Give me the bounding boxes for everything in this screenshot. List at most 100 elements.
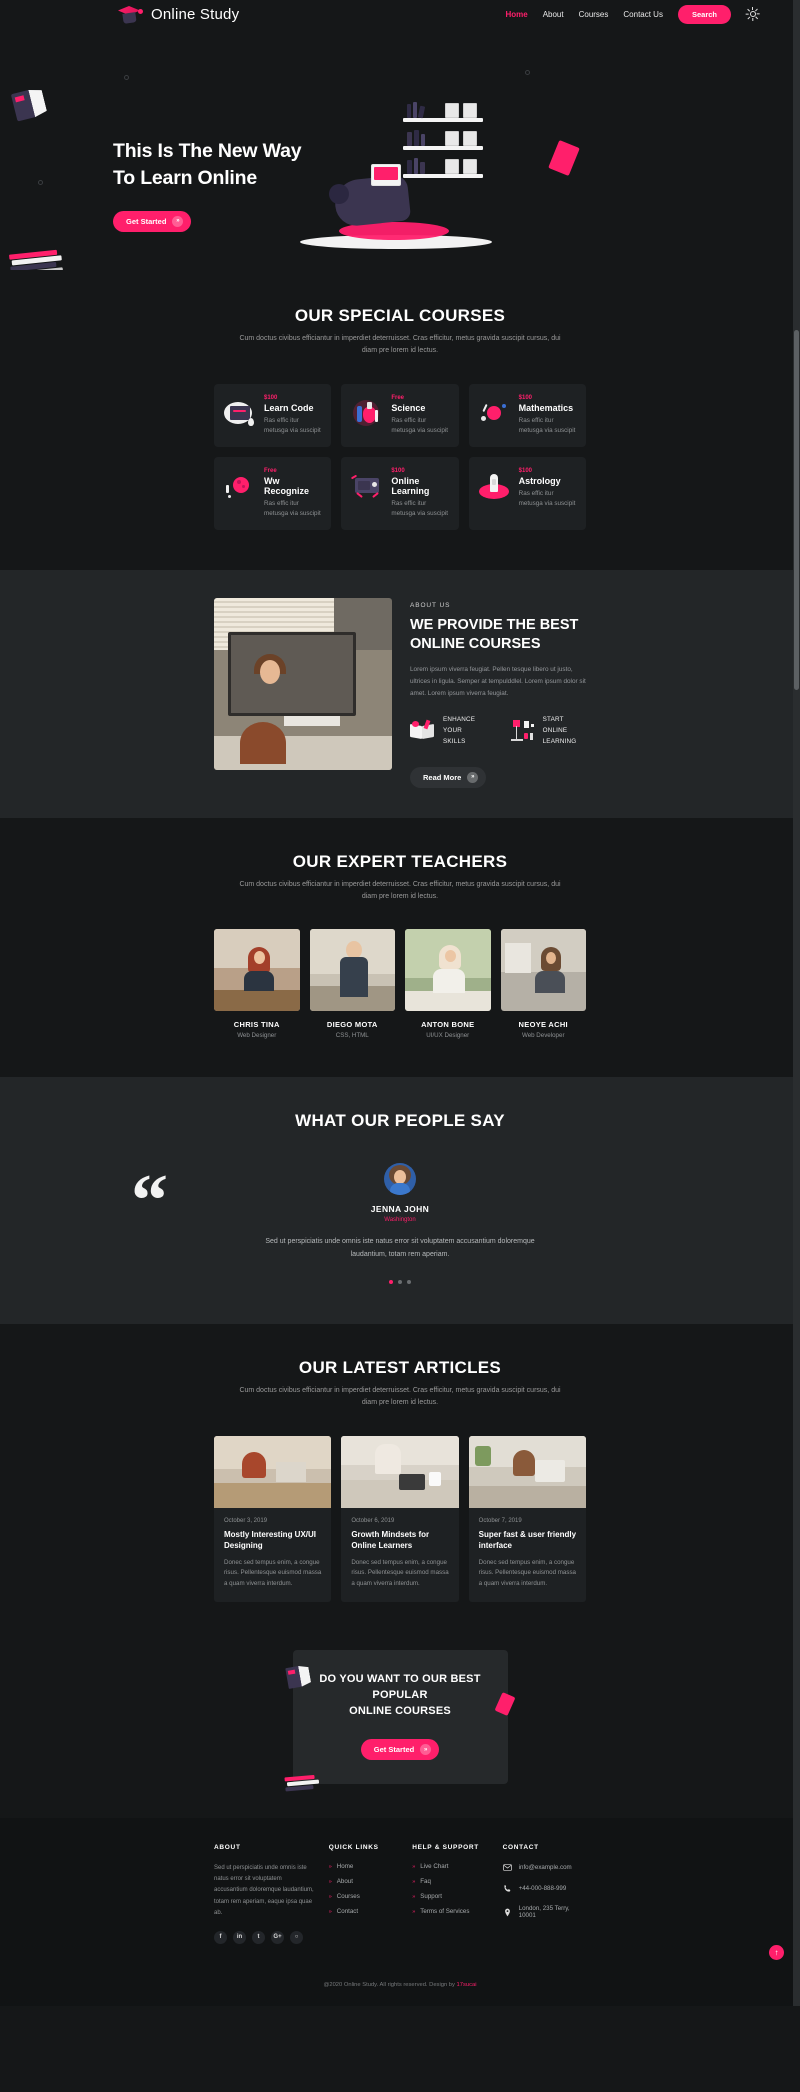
nav-item-home[interactable]: Home xyxy=(505,10,527,19)
teacher-photo xyxy=(309,929,395,1012)
teacher-card[interactable]: CHRIS TINA Web Designer xyxy=(214,929,300,1039)
quotation-mark-icon: “ xyxy=(131,1160,168,1243)
hero-title-line1: This Is The New Way xyxy=(113,140,302,162)
phone-icon xyxy=(504,1885,510,1892)
site-header: Online Study Home About Courses Contact … xyxy=(0,0,800,28)
mail-icon xyxy=(502,1864,512,1871)
footer-link-about[interactable]: » About xyxy=(329,1878,398,1885)
hero-title-line2: To Learn Online xyxy=(113,166,257,189)
page-scrollbar[interactable] xyxy=(793,0,800,2006)
course-card[interactable]: Free Ww Recognize Ras effic itur metusga… xyxy=(214,456,332,530)
about-body: ABOUT US WE PROVIDE THE BEST ONLINE COUR… xyxy=(410,598,586,788)
contact-phone[interactable]: +44-000-888-999 xyxy=(503,1884,586,1893)
about-title-line1: WE PROVIDE THE BEST xyxy=(410,616,579,633)
course-name: Online Learning xyxy=(391,475,430,496)
rocket-icon xyxy=(478,471,511,503)
cta-button-label: Get Started xyxy=(373,1745,415,1755)
articles-subtitle: Cum doctus civibus efficiantur in imperd… xyxy=(239,1387,561,1407)
article-text: Donec sed tempus enim, a congue risus. P… xyxy=(478,1558,576,1587)
chevron-right-icon: » xyxy=(328,1893,332,1900)
feature-item: START ONLINE LEARNING xyxy=(510,715,586,747)
footer-link-label: Courses xyxy=(336,1893,360,1901)
laptop-code-icon xyxy=(224,398,256,430)
teacher-name: DIEGO MOTA xyxy=(326,1020,378,1030)
course-card[interactable]: $100 Mathematics Ras effic itur metusga … xyxy=(468,383,586,447)
teacher-card[interactable]: NEOYE ACHI Web Developer xyxy=(500,929,586,1039)
flask-icon xyxy=(351,398,383,430)
footer-link-live-chart[interactable]: » Live Chart xyxy=(412,1863,488,1870)
twitter-icon[interactable]: t xyxy=(252,1930,265,1944)
back-to-top-button[interactable]: ↑ xyxy=(769,1944,784,1960)
course-price: $100 xyxy=(518,467,533,474)
course-card[interactable]: Free Science Ras effic itur metusga via … xyxy=(341,383,459,447)
chevron-right-icon: » xyxy=(412,1893,416,1900)
teacher-card[interactable]: ANTON BONE UI/UX Designer xyxy=(405,929,491,1039)
contact-phone-text: +44-000-888-999 xyxy=(518,1885,567,1893)
main-nav: Home About Courses Contact Us Search xyxy=(505,4,760,24)
logo[interactable]: Online Study xyxy=(118,4,239,24)
course-desc: Ras effic itur metusga via suscipit xyxy=(391,499,449,517)
search-button[interactable]: Search xyxy=(677,4,731,24)
teacher-name: ANTON BONE xyxy=(421,1020,475,1030)
get-started-button[interactable]: Get Started » xyxy=(113,210,192,232)
teacher-board-icon xyxy=(510,720,536,742)
carousel-dot[interactable] xyxy=(407,1280,411,1285)
github-icon[interactable]: ○ xyxy=(290,1930,303,1944)
article-card[interactable]: October 7, 2019 Super fast & user friend… xyxy=(468,1435,586,1603)
carousel-dots xyxy=(0,1280,800,1285)
hero-illustration xyxy=(295,98,495,258)
article-photo xyxy=(214,1435,332,1508)
carousel-dot[interactable] xyxy=(389,1280,393,1285)
carousel-dot[interactable] xyxy=(398,1280,402,1285)
cta-get-started-button[interactable]: Get Started » xyxy=(360,1739,440,1761)
facebook-icon[interactable]: f xyxy=(214,1930,227,1944)
footer-link-support[interactable]: » Support xyxy=(412,1893,488,1900)
footer-link-contact[interactable]: » Contact xyxy=(329,1908,398,1915)
testimonial-name: JENNA JOHN xyxy=(370,1204,430,1215)
footer-link-label: Faq xyxy=(420,1878,431,1886)
chevron-right-icon: » xyxy=(412,1863,416,1870)
course-card[interactable]: $100 Learn Code Ras effic itur metusga v… xyxy=(214,383,332,447)
google-plus-icon[interactable]: G+ xyxy=(271,1930,284,1944)
footer-link-terms[interactable]: » Terms of Services xyxy=(412,1908,488,1915)
course-card[interactable]: $100 Astrology Ras effic itur metusga vi… xyxy=(468,456,586,530)
course-desc: Ras effic itur metusga via suscipit xyxy=(518,416,576,434)
article-date: October 3, 2019 xyxy=(224,1517,268,1524)
page-root: Online Study Home About Courses Contact … xyxy=(0,0,800,2006)
chevron-right-icon: » xyxy=(412,1878,416,1885)
copyright-text: @2020 Online Study. All rights reserved.… xyxy=(323,1981,457,1988)
footer-link-label: Live Chart xyxy=(420,1863,449,1871)
teacher-card[interactable]: DIEGO MOTA CSS, HTML xyxy=(309,929,395,1039)
about-paragraph: Lorem ipsum viverra feugiat. Pellen tesq… xyxy=(410,665,586,697)
nav-item-contact-us[interactable]: Contact Us xyxy=(623,10,663,19)
footer-link-label: Terms of Services xyxy=(420,1908,470,1916)
footer-link-label: Home xyxy=(336,1863,354,1871)
teacher-photo xyxy=(500,929,586,1012)
feature-line1: ENHANCE YOUR xyxy=(443,716,476,735)
scrollbar-thumb[interactable] xyxy=(794,330,799,690)
nav-item-about[interactable]: About xyxy=(543,10,564,19)
footer-help-column: HELP & SUPPORT » Live Chart » Faq » Support… xyxy=(412,1844,488,1943)
footer-about-heading: ABOUT xyxy=(214,1844,241,1852)
about-photo xyxy=(214,597,392,770)
brand-name: Online Study xyxy=(151,5,240,23)
read-more-button[interactable]: Read More » xyxy=(410,766,487,788)
course-card[interactable]: $100 Online Learning Ras effic itur metu… xyxy=(341,456,459,530)
footer-link-home[interactable]: » Home xyxy=(329,1863,398,1870)
about-eyebrow: ABOUT US xyxy=(410,601,451,609)
contact-address[interactable]: London, 235 Terry, 10001 xyxy=(503,1905,586,1919)
footer-link-courses[interactable]: » Courses xyxy=(329,1893,398,1900)
location-pin-icon xyxy=(504,1908,510,1917)
footer-link-faq[interactable]: » Faq xyxy=(412,1878,488,1885)
course-price: $100 xyxy=(264,394,278,401)
footer-contact-heading: CONTACT xyxy=(502,1844,539,1852)
article-card[interactable]: October 6, 2019 Growth Mindsets for Onli… xyxy=(341,1435,459,1603)
teacher-role: UI/UX Designer xyxy=(426,1032,470,1040)
contact-email[interactable]: info@example.com xyxy=(502,1863,586,1872)
linkedin-icon[interactable]: in xyxy=(233,1930,246,1944)
sun-icon[interactable] xyxy=(745,7,760,21)
course-desc: Ras effic itur metusga via suscipit xyxy=(264,416,321,434)
article-card[interactable]: October 3, 2019 Mostly Interesting UX/UI… xyxy=(214,1435,332,1603)
copyright-link[interactable]: 17sucai xyxy=(457,1982,477,1988)
nav-item-courses[interactable]: Courses xyxy=(579,10,609,19)
